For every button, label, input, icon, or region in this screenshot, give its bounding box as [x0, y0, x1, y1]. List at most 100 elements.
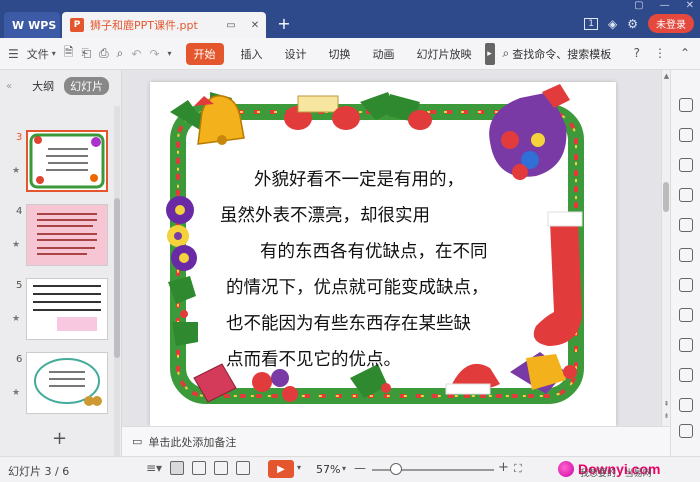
zoom-slider-handle[interactable]: [390, 463, 403, 475]
minimize-icon[interactable]: —: [660, 0, 670, 11]
notes-page-icon[interactable]: [236, 461, 251, 475]
tab-design[interactable]: 设计: [285, 46, 307, 62]
scroll-thumb[interactable]: [663, 182, 669, 212]
collapse-ribbon-icon[interactable]: ⌃: [680, 46, 690, 60]
skin-icon[interactable]: ◈: [608, 17, 617, 31]
preview-icon[interactable]: ⌕: [117, 46, 124, 61]
more-options-icon[interactable]: ⋮: [654, 46, 666, 60]
tab-transition[interactable]: 切换: [329, 46, 351, 62]
watermark-dot-icon: [558, 461, 574, 477]
tab-insert[interactable]: 插入: [241, 46, 263, 62]
pin-icon[interactable]: [679, 98, 693, 112]
properties-icon[interactable]: [679, 188, 693, 202]
export-icon[interactable]: ⎗: [81, 46, 91, 61]
command-search[interactable]: ⌕ 查找命令、搜索模板: [503, 46, 612, 62]
slide-panel-tabs: « 大纲 幻灯片: [0, 70, 121, 102]
slide-thumbnail-3[interactable]: 3 ★: [0, 130, 112, 200]
tab-slideshow[interactable]: 幻灯片放映: [417, 46, 472, 62]
thumbnail-number: 3: [16, 132, 23, 143]
image-icon[interactable]: [679, 338, 693, 352]
slide-indicator: 幻灯片 3 / 6: [8, 465, 70, 478]
wps-home-tab[interactable]: W WPS: [4, 12, 60, 38]
menu-icon[interactable]: ☰: [8, 47, 19, 61]
slide-vertical-scrollbar[interactable]: ▲ ⇞ ⇟: [661, 70, 670, 426]
redo-icon[interactable]: ↷: [149, 47, 159, 61]
tab-home[interactable]: 开始: [185, 42, 224, 65]
print-icon[interactable]: ⎙: [99, 46, 109, 61]
search-icon: ⌕: [502, 46, 510, 60]
title-right-tools: 1 ◈ ⚙ 未登录: [584, 14, 694, 33]
file-menu[interactable]: 文件 ▾: [27, 46, 56, 62]
more-tabs-button[interactable]: ▸: [484, 42, 495, 65]
document-tab[interactable]: P 狮子和鹿PPT课件.ppt ▭ ✕: [62, 12, 266, 38]
help-icon[interactable]: ?: [634, 46, 640, 60]
play-slideshow-button[interactable]: ▶: [268, 460, 294, 478]
zoom-in-button[interactable]: +: [498, 460, 509, 475]
ppt-file-icon: P: [70, 18, 84, 32]
more-quick-icon[interactable]: ▾: [168, 49, 172, 58]
reading-view-icon[interactable]: [214, 461, 229, 475]
slide-thumbnail-4[interactable]: 4 ★: [0, 204, 112, 274]
slide-thumbnail-5[interactable]: 5 ★: [0, 278, 112, 348]
notes-icon: ▭: [132, 435, 143, 448]
zoom-level[interactable]: 57%: [316, 463, 340, 476]
collapse-panel-icon[interactable]: «: [6, 81, 12, 92]
shape-icon[interactable]: [679, 158, 693, 172]
thumbnail-number: 4: [16, 206, 23, 217]
table-icon[interactable]: [679, 218, 693, 232]
undo-icon[interactable]: ↶: [131, 47, 141, 61]
tab-animation[interactable]: 动画: [373, 46, 395, 62]
thumbnail-image: [26, 130, 108, 192]
thumbnail-number: 6: [16, 354, 23, 365]
close-tab-icon[interactable]: ✕: [248, 18, 262, 32]
star-icon[interactable]: [679, 248, 693, 262]
ribbon-toolbar: ☰ 文件 ▾ 🗎 ⎗ ⎙ ⌕ ↶ ↷ ▾ 开始 插入 设计 切换 动画 幻灯片放…: [0, 38, 700, 70]
file-menu-label: 文件: [26, 47, 49, 61]
chevron-down-icon: ▾: [51, 49, 56, 58]
tab-window-icon[interactable]: ▭: [224, 18, 238, 32]
slide-line-1: 外貌好看不一定是有用的，: [254, 170, 464, 190]
share-icon[interactable]: [679, 308, 693, 322]
slide-body-text[interactable]: 外貌好看不一定是有用的， 虽然外表不漂亮，却很实用 有的东西各有优缺点，在不同 …: [220, 162, 550, 378]
normal-view-icon[interactable]: [170, 461, 185, 475]
animation-star-icon: ★: [12, 166, 21, 176]
ribbon-right-tools: ? ⋮ ⌃: [634, 46, 690, 60]
slide-sorter-icon[interactable]: [192, 461, 207, 475]
document-tab-title: 狮子和鹿PPT课件.ppt: [90, 19, 198, 32]
wps-app-name: WPS: [28, 18, 57, 32]
animation-star-icon: ★: [12, 314, 21, 324]
slide-line-5: 也不能因为有些东西存在某些缺: [226, 314, 471, 334]
history-icon[interactable]: [679, 424, 693, 438]
new-tab-button[interactable]: +: [274, 14, 294, 33]
animation-star-icon: ★: [12, 388, 21, 398]
view-mode-buttons: ≡▾: [146, 461, 251, 475]
tab-slides[interactable]: 幻灯片: [64, 77, 110, 95]
slide-thumbnail-6[interactable]: 6 ★: [0, 352, 112, 422]
restore-icon[interactable]: ▢: [634, 0, 643, 11]
current-slide[interactable]: 外貌好看不一定是有用的， 虽然外表不漂亮，却很实用 有的东西各有优缺点，在不同 …: [150, 82, 616, 426]
login-button[interactable]: 未登录: [648, 14, 694, 33]
window-controls: ▢ — ✕: [634, 0, 694, 11]
play-options-icon[interactable]: ▾: [297, 463, 301, 472]
select-icon[interactable]: [679, 128, 693, 142]
notes-toggle-icon[interactable]: ≡▾: [146, 461, 162, 475]
slide-panel: « 大纲 幻灯片 3 ★ 4 ★ 5 ★ 6 ★ +: [0, 70, 122, 456]
notes-pane[interactable]: ▭ 单击此处添加备注: [122, 426, 670, 456]
close-window-icon[interactable]: ✕: [686, 0, 694, 11]
thumbnail-image: [26, 204, 108, 266]
animation-icon[interactable]: [679, 398, 693, 412]
slide-panel-scrollbar[interactable]: [114, 106, 120, 456]
tab-outline[interactable]: 大纲: [32, 78, 54, 94]
save-icon[interactable]: 🗎: [64, 43, 74, 64]
audio-icon[interactable]: [679, 368, 693, 382]
archive-icon[interactable]: [679, 278, 693, 292]
settings-icon[interactable]: ⚙: [627, 17, 638, 31]
fit-window-icon[interactable]: ⛶: [514, 462, 522, 476]
zoom-dropdown-icon[interactable]: ▾: [342, 464, 346, 473]
zoom-out-button[interactable]: —: [354, 461, 366, 475]
slide-line-2: 虽然外表不漂亮，却很实用: [220, 206, 430, 226]
wps-logo-icon: W: [12, 18, 25, 32]
add-slide-button[interactable]: +: [52, 428, 67, 449]
slide-line-3: 有的东西各有优缺点，在不同: [260, 242, 488, 262]
slide-count-badge[interactable]: 1: [584, 17, 598, 30]
